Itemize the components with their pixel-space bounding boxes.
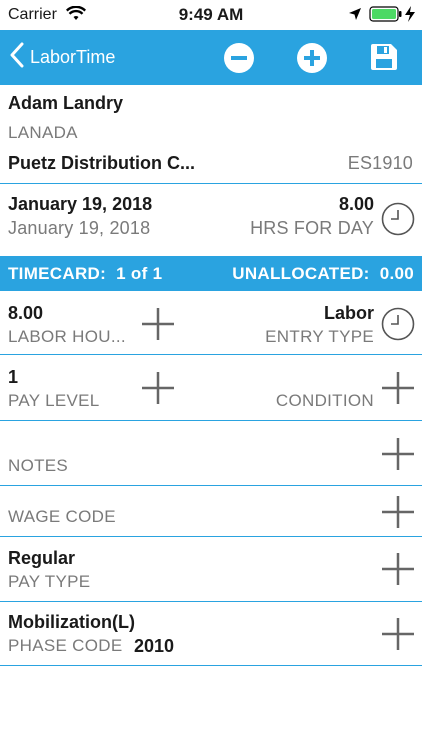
pay-type-row: Regular PAY TYPE	[0, 537, 422, 602]
company-id: ES1910	[347, 153, 413, 173]
add-pay-level-button[interactable]	[140, 370, 176, 406]
navigation-bar: LaborTime	[0, 30, 422, 85]
notes-row: NOTES	[0, 421, 422, 486]
save-button[interactable]	[369, 42, 401, 74]
condition-label: CONDITION	[275, 391, 374, 410]
save-disk-icon	[371, 44, 397, 70]
unallocated-value: 0.00	[379, 264, 414, 283]
remove-entry-button[interactable]	[223, 42, 255, 74]
plus-icon	[382, 553, 414, 585]
entry-type-label: ENTRY TYPE	[265, 327, 374, 346]
plus-icon	[382, 438, 414, 470]
add-pay-type-button[interactable]	[380, 551, 416, 587]
employee-code: LANADA	[8, 123, 78, 142]
location-arrow-icon	[348, 7, 362, 26]
plus-icon	[382, 372, 414, 404]
plus-circle-icon	[297, 43, 327, 73]
wage-code-row: WAGE CODE	[0, 486, 422, 537]
timecard-bar: TIMECARD: 1 of 1 UNALLOCATED: 0.00	[0, 256, 422, 291]
pay-level-row: 1 PAY LEVEL CONDITION	[0, 355, 422, 421]
pay-type-value: Regular	[8, 548, 76, 568]
wage-code-label: WAGE CODE	[8, 507, 116, 526]
date-section[interactable]: January 19, 2018 January 19, 2018 8.00 H…	[0, 184, 422, 256]
add-entry-button[interactable]	[296, 42, 328, 74]
timecard-label: TIMECARD: 1 of 1	[8, 264, 162, 284]
labor-hours-value: 8.00	[8, 303, 44, 323]
status-bar: Carrier 9:49 AM	[0, 0, 422, 30]
pay-type-label: PAY TYPE	[8, 572, 91, 591]
chevron-left-icon	[10, 42, 24, 73]
labor-row: 8.00 LABOR HOU... Labor ENTRY TYPE	[0, 291, 422, 355]
work-date-secondary: January 19, 2018	[8, 218, 151, 238]
timecard-index: 1 of 1	[116, 264, 163, 283]
company-name: Puetz Distribution C...	[8, 153, 195, 173]
labor-hours-label: LABOR HOU...	[8, 327, 126, 346]
unallocated-prefix: UNALLOCATED:	[232, 264, 370, 283]
hours-for-day-value: 8.00	[338, 194, 374, 214]
phase-code-number: 2010	[134, 636, 175, 656]
add-condition-button[interactable]	[380, 370, 416, 406]
plus-icon	[382, 618, 414, 650]
plus-icon	[142, 372, 174, 404]
clock-icon[interactable]	[381, 202, 415, 236]
entry-type-value: Labor	[323, 303, 374, 323]
add-labor-hours-button[interactable]	[140, 306, 176, 342]
pay-level-label: PAY LEVEL	[8, 391, 100, 410]
entry-type-clock-icon[interactable]	[381, 307, 415, 341]
unallocated-label: UNALLOCATED: 0.00	[232, 264, 414, 284]
timecard-prefix: TIMECARD:	[8, 264, 107, 283]
plus-icon	[142, 308, 174, 340]
add-notes-button[interactable]	[380, 436, 416, 472]
work-date: January 19, 2018	[8, 194, 153, 214]
phase-value: Mobilization(L)	[8, 612, 135, 632]
add-wage-code-button[interactable]	[380, 494, 416, 530]
back-button[interactable]: LaborTime	[10, 42, 115, 73]
hours-for-day-label: HRS FOR DAY	[250, 218, 374, 238]
employee-name: Adam Landry	[8, 93, 124, 113]
employee-section[interactable]: Adam Landry LANADA Puetz Distribution C.…	[0, 85, 422, 184]
phase-code-label: PHASE CODE	[8, 636, 123, 655]
minus-circle-icon	[224, 43, 254, 73]
notes-label: NOTES	[8, 456, 69, 475]
plus-icon	[382, 496, 414, 528]
pay-level-value: 1	[8, 367, 19, 387]
battery-icon	[369, 6, 403, 27]
back-button-label: LaborTime	[30, 47, 116, 67]
phase-code-row: Mobilization(L) PHASE CODE 2010	[0, 602, 422, 666]
add-phase-code-button[interactable]	[380, 616, 416, 652]
charging-bolt-icon	[404, 5, 416, 28]
